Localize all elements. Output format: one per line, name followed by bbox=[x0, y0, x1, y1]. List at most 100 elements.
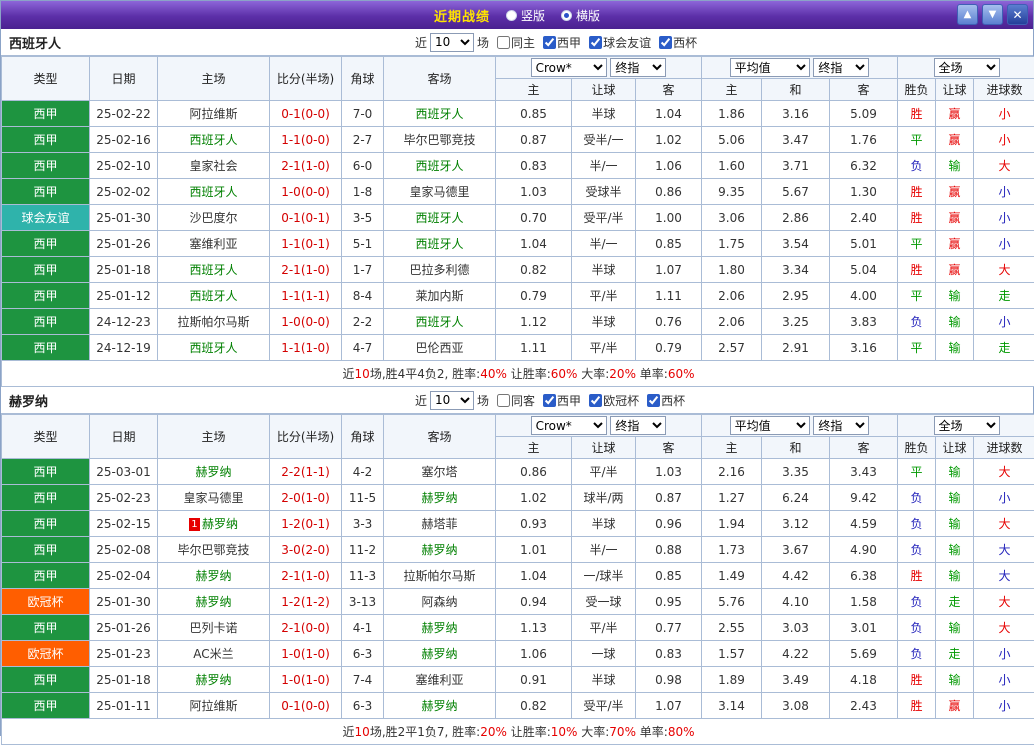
away-team-link[interactable]: 阿森纳 bbox=[421, 595, 457, 609]
league-type-badge: 西甲 bbox=[2, 257, 90, 283]
corner-score: 1-8 bbox=[342, 179, 384, 205]
home-team-link[interactable]: AC米兰 bbox=[193, 647, 233, 661]
ah-home-odds: 0.82 bbox=[496, 693, 572, 719]
match-row: 西甲25-02-04赫罗纳2-1(1-0)11-3拉斯帕尔马斯1.04一/球半0… bbox=[2, 563, 1034, 589]
match-row: 西甲25-02-10皇家社会2-1(1-0)6-0西班牙人0.83半/一1.06… bbox=[2, 153, 1034, 179]
col-result-wdl: 胜负 bbox=[898, 437, 936, 459]
home-team-link[interactable]: 西班牙人 bbox=[189, 263, 237, 277]
home-team-link[interactable]: 塞维利亚 bbox=[189, 237, 237, 251]
euro-away-odds: 2.43 bbox=[830, 693, 898, 719]
home-team-link[interactable]: 拉斯帕尔马斯 bbox=[177, 315, 249, 329]
odds-company-select[interactable]: Crow* bbox=[531, 58, 607, 77]
scroll-down-button[interactable]: ▼ bbox=[982, 4, 1003, 25]
away-team-cell: 赫罗纳 bbox=[384, 485, 496, 511]
home-team-link[interactable]: 巴列卡诺 bbox=[189, 621, 237, 635]
home-team-link[interactable]: 西班牙人 bbox=[189, 341, 237, 355]
league-checkbox[interactable] bbox=[589, 36, 602, 49]
away-team-link[interactable]: 巴伦西亚 bbox=[415, 341, 463, 355]
scope-select[interactable]: 全场 bbox=[934, 58, 1000, 77]
away-team-link[interactable]: 拉斯帕尔马斯 bbox=[403, 569, 475, 583]
score-halftime: 2-2(1-1) bbox=[270, 459, 342, 485]
euro-final-select[interactable]: 终指 bbox=[813, 416, 869, 435]
ah-home-odds: 0.70 bbox=[496, 205, 572, 231]
league-checkbox[interactable] bbox=[543, 394, 556, 407]
recent-count-select[interactable]: 10 bbox=[430, 391, 474, 410]
home-team-link[interactable]: 西班牙人 bbox=[189, 185, 237, 199]
away-team-link[interactable]: 塞尔塔 bbox=[421, 465, 457, 479]
match-date: 25-01-18 bbox=[90, 667, 158, 693]
home-team-link[interactable]: 赫罗纳 bbox=[202, 517, 238, 531]
result-wdl: 胜 bbox=[898, 205, 936, 231]
home-team-link[interactable]: 赫罗纳 bbox=[195, 673, 231, 687]
league-filter-laliga[interactable]: 西甲 bbox=[543, 392, 581, 409]
euro-draw-odds: 2.86 bbox=[762, 205, 830, 231]
home-team-link[interactable]: 沙巴度尔 bbox=[189, 211, 237, 225]
away-team-link[interactable]: 赫罗纳 bbox=[421, 543, 457, 557]
home-team-link[interactable]: 赫罗纳 bbox=[195, 595, 231, 609]
away-team-link[interactable]: 赫罗纳 bbox=[421, 699, 457, 713]
odds-company-select[interactable]: Crow* bbox=[531, 416, 607, 435]
league-checkbox[interactable] bbox=[659, 36, 672, 49]
league-filter-cup[interactable]: 西杯 bbox=[647, 392, 685, 409]
away-team-link[interactable]: 赫塔菲 bbox=[421, 517, 457, 531]
away-team-link[interactable]: 西班牙人 bbox=[415, 315, 463, 329]
col-ah-handicap: 让球 bbox=[572, 79, 636, 101]
away-team-link[interactable]: 莱加内斯 bbox=[415, 289, 463, 303]
away-team-link[interactable]: 皇家马德里 bbox=[409, 185, 469, 199]
away-team-cell: 毕尔巴鄂竞技 bbox=[384, 127, 496, 153]
euro-final-select[interactable]: 终指 bbox=[813, 58, 869, 77]
result-wdl: 平 bbox=[898, 459, 936, 485]
home-team-link[interactable]: 西班牙人 bbox=[189, 289, 237, 303]
away-team-link[interactable]: 赫罗纳 bbox=[421, 621, 457, 635]
same-venue-filter[interactable]: 同主 bbox=[497, 34, 535, 51]
home-team-link[interactable]: 西班牙人 bbox=[189, 133, 237, 147]
league-checkbox[interactable] bbox=[647, 394, 660, 407]
league-filter-friendly[interactable]: 球会友谊 bbox=[589, 34, 651, 51]
same-venue-filter[interactable]: 同客 bbox=[497, 392, 535, 409]
ah-final-select[interactable]: 终指 bbox=[610, 58, 666, 77]
ah-handicap: 一/球半 bbox=[572, 563, 636, 589]
scroll-up-button[interactable]: ▲ bbox=[957, 4, 978, 25]
euro-average-select[interactable]: 平均值 bbox=[730, 416, 810, 435]
home-team-link[interactable]: 赫罗纳 bbox=[195, 569, 231, 583]
away-team-link[interactable]: 毕尔巴鄂竞技 bbox=[403, 133, 475, 147]
away-team-link[interactable]: 西班牙人 bbox=[415, 211, 463, 225]
away-team-link[interactable]: 赫罗纳 bbox=[421, 491, 457, 505]
ah-away-odds: 0.98 bbox=[636, 667, 702, 693]
league-label: 欧冠杯 bbox=[603, 392, 639, 409]
league-filter-ucl[interactable]: 欧冠杯 bbox=[589, 392, 639, 409]
same-venue-label: 同客 bbox=[511, 392, 535, 409]
home-team-link[interactable]: 赫罗纳 bbox=[195, 465, 231, 479]
result-handicap: 赢 bbox=[936, 693, 974, 719]
home-team-link[interactable]: 阿拉维斯 bbox=[189, 699, 237, 713]
corner-score: 6-0 bbox=[342, 153, 384, 179]
away-team-cell: 巴伦西亚 bbox=[384, 335, 496, 361]
close-button[interactable]: ✕ bbox=[1007, 4, 1028, 25]
ah-final-select[interactable]: 终指 bbox=[610, 416, 666, 435]
match-date: 25-01-30 bbox=[90, 589, 158, 615]
match-date: 25-02-22 bbox=[90, 101, 158, 127]
league-checkbox[interactable] bbox=[589, 394, 602, 407]
away-team-link[interactable]: 塞维利亚 bbox=[415, 673, 463, 687]
home-team-link[interactable]: 皇家马德里 bbox=[183, 491, 243, 505]
league-filter-laliga[interactable]: 西甲 bbox=[543, 34, 581, 51]
layout-horizontal-radio[interactable]: 横版 bbox=[561, 7, 600, 24]
league-checkbox[interactable] bbox=[543, 36, 556, 49]
result-wdl: 平 bbox=[898, 127, 936, 153]
match-row: 西甲25-02-08毕尔巴鄂竞技3-0(2-0)11-2赫罗纳1.01半/一0.… bbox=[2, 537, 1034, 563]
home-team-link[interactable]: 皇家社会 bbox=[189, 159, 237, 173]
scope-select[interactable]: 全场 bbox=[934, 416, 1000, 435]
euro-average-select[interactable]: 平均值 bbox=[730, 58, 810, 77]
away-team-link[interactable]: 西班牙人 bbox=[415, 107, 463, 121]
recent-count-select[interactable]: 10 bbox=[430, 33, 474, 52]
layout-vertical-radio[interactable]: 竖版 bbox=[506, 7, 545, 24]
home-team-link[interactable]: 阿拉维斯 bbox=[189, 107, 237, 121]
same-venue-checkbox[interactable] bbox=[497, 36, 510, 49]
away-team-link[interactable]: 巴拉多利德 bbox=[409, 263, 469, 277]
away-team-link[interactable]: 西班牙人 bbox=[415, 237, 463, 251]
league-filter-cup[interactable]: 西杯 bbox=[659, 34, 697, 51]
away-team-link[interactable]: 西班牙人 bbox=[415, 159, 463, 173]
away-team-link[interactable]: 赫罗纳 bbox=[421, 647, 457, 661]
same-venue-checkbox[interactable] bbox=[497, 394, 510, 407]
home-team-link[interactable]: 毕尔巴鄂竞技 bbox=[177, 543, 249, 557]
